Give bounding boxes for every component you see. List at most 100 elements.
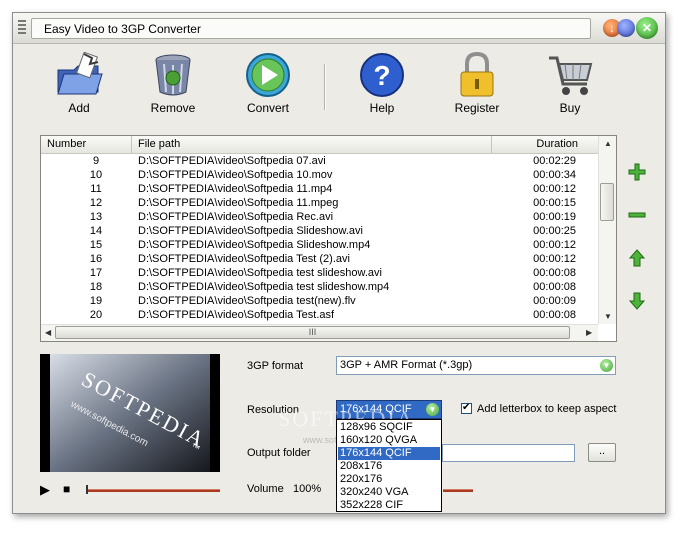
add-file-side-button[interactable]	[628, 163, 646, 181]
table-row[interactable]: 18 D:\SOFTPEDIA\video\Softpedia test slid…	[41, 280, 598, 294]
row-file-path: D:\SOFTPEDIA\video\Softpedia 11.mp4	[138, 183, 333, 195]
row-duration: 00:00:09	[533, 295, 576, 307]
row-duration: 00:00:15	[533, 197, 576, 209]
seek-slider[interactable]	[87, 489, 220, 492]
row-duration: 00:00:19	[533, 211, 576, 223]
table-row[interactable]: 14 D:\SOFTPEDIA\video\Softpedia Slideshow…	[41, 224, 598, 238]
volume-value: 100%	[293, 483, 322, 495]
table-row[interactable]: 20 D:\SOFTPEDIA\video\Softpedia Test.asf 0…	[41, 308, 598, 322]
row-file-path: D:\SOFTPEDIA\video\Softpedia test slides…	[138, 267, 382, 279]
window-title: Easy Video to 3GP Converter	[44, 22, 201, 36]
volume-label: Volume	[247, 483, 284, 495]
toolbar: Add Remove Convert ? Help Register Buy	[13, 44, 665, 124]
remove-file-side-button[interactable]	[628, 206, 646, 224]
check-icon: ✔	[462, 402, 471, 413]
file-list-rows: 9 D:\SOFTPEDIA\video\Softpedia 07.avi 00:0…	[41, 154, 598, 324]
play-button[interactable]: ▶	[40, 482, 50, 498]
row-number: 10	[89, 169, 103, 181]
convert-button[interactable]: Convert	[233, 52, 303, 115]
toolbar-separator	[324, 64, 326, 110]
video-preview: SOFTPEDIA ™ www.softpedia.com	[40, 354, 220, 472]
format-dropdown-button[interactable]: ▼	[600, 359, 613, 372]
table-row[interactable]: 17 D:\SOFTPEDIA\video\Softpedia test slid…	[41, 266, 598, 280]
browse-button[interactable]: ..	[588, 443, 616, 462]
help-button[interactable]: ? Help	[347, 52, 417, 115]
scroll-up-icon[interactable]: ▲	[604, 139, 612, 148]
table-row[interactable]: 12 D:\SOFTPEDIA\video\Softpedia 11.mpeg 00…	[41, 196, 598, 210]
horizontal-scroll-thumb[interactable]: III	[55, 326, 570, 339]
output-folder-label: Output folder	[247, 447, 311, 459]
buy-label: Buy	[559, 101, 581, 115]
row-duration: 00:00:34	[533, 169, 576, 181]
row-duration: 00:00:08	[533, 267, 576, 279]
letterbox-checkbox[interactable]: ✔	[461, 402, 472, 414]
horizontal-scrollbar[interactable]: ◀ III ▶	[41, 324, 598, 341]
buy-button[interactable]: Buy	[535, 52, 605, 115]
table-row[interactable]: 13 D:\SOFTPEDIA\video\Softpedia Rec.avi 00…	[41, 210, 598, 224]
options-button[interactable]	[617, 19, 635, 37]
row-duration: 00:02:29	[533, 155, 576, 167]
row-duration: 00:00:12	[533, 253, 576, 265]
resolution-dropdown-button[interactable]: ▼	[426, 403, 439, 416]
seek-thumb[interactable]	[86, 485, 88, 494]
row-file-path: D:\SOFTPEDIA\video\Softpedia test slides…	[138, 281, 390, 293]
format-select[interactable]: 3GP + AMR Format (*.3gp) ▼	[336, 356, 616, 375]
resolution-option[interactable]: 128x96 SQCIF	[338, 421, 440, 434]
scroll-right-icon[interactable]: ▶	[586, 328, 592, 337]
register-button[interactable]: Register	[442, 52, 512, 115]
table-row[interactable]: 16 D:\SOFTPEDIA\video\Softpedia Test (2).…	[41, 252, 598, 266]
row-duration: 00:00:08	[533, 281, 576, 293]
table-row[interactable]: 15 D:\SOFTPEDIA\video\Softpedia Slideshow…	[41, 238, 598, 252]
row-file-path: D:\SOFTPEDIA\video\Softpedia 10.mov	[138, 169, 333, 181]
row-number: 11	[90, 183, 102, 195]
move-down-arrow-icon[interactable]	[628, 292, 646, 310]
resolution-option[interactable]: 320x240 VGA	[338, 486, 440, 499]
column-file-path[interactable]: File path	[132, 136, 492, 153]
resolution-option[interactable]: 352x228 CIF	[338, 499, 440, 512]
row-file-path: D:\SOFTPEDIA\video\Softpedia test(new).f…	[138, 295, 356, 307]
preview-frame: SOFTPEDIA ™ www.softpedia.com	[50, 354, 210, 472]
table-row[interactable]: 10 D:\SOFTPEDIA\video\Softpedia 10.mov 00:…	[41, 168, 598, 182]
row-number: 14	[89, 225, 103, 237]
row-number: 15	[89, 239, 103, 251]
add-button[interactable]: Add	[44, 52, 114, 115]
resolution-option[interactable]: 176x144 QCIF	[338, 447, 440, 460]
trash-can-icon	[155, 54, 191, 96]
volume-slider[interactable]	[443, 489, 473, 492]
register-label: Register	[454, 101, 500, 115]
add-folder-icon	[57, 52, 103, 95]
format-value: 3GP + AMR Format (*.3gp)	[340, 359, 473, 371]
letterbox-label[interactable]: Add letterbox to keep aspect	[477, 403, 616, 415]
title-box: Easy Video to 3GP Converter	[31, 18, 591, 39]
vertical-scrollbar[interactable]: ▲ ▼	[598, 136, 616, 324]
table-row[interactable]: 9 D:\SOFTPEDIA\video\Softpedia 07.avi 00:0…	[41, 154, 598, 168]
file-list[interactable]: Number File path Duration 9 D:\SOFTPEDIA\…	[40, 135, 617, 342]
remove-button[interactable]: Remove	[138, 52, 208, 115]
padlock-icon	[460, 52, 494, 97]
title-bar[interactable]: Easy Video to 3GP Converter ↓ ✕	[13, 13, 665, 44]
row-number: 9	[92, 155, 100, 167]
resolution-option[interactable]: 220x176	[338, 473, 440, 486]
table-row[interactable]: 11 D:\SOFTPEDIA\video\Softpedia 11.mp4 00:…	[41, 182, 598, 196]
scroll-down-icon[interactable]: ▼	[604, 312, 612, 321]
column-number[interactable]: Number	[41, 136, 132, 153]
resolution-dropdown-list[interactable]: 128x96 SQCIF 160x120 QVGA 176x144 QCIF 208x…	[336, 419, 442, 512]
column-duration[interactable]: Duration	[492, 136, 598, 153]
row-number: 13	[89, 211, 103, 223]
move-up-arrow-icon[interactable]	[628, 249, 646, 267]
format-label: 3GP format	[247, 360, 304, 372]
stop-button[interactable]: ■	[63, 482, 70, 496]
row-file-path: D:\SOFTPEDIA\video\Softpedia Rec.avi	[138, 211, 334, 223]
vertical-scroll-thumb[interactable]	[600, 183, 614, 221]
svg-text:?: ?	[373, 60, 390, 91]
close-button[interactable]: ✕	[636, 17, 658, 39]
add-label: Add	[68, 101, 90, 115]
row-file-path: D:\SOFTPEDIA\video\Softpedia 11.mpeg	[138, 197, 339, 209]
row-number: 19	[89, 295, 103, 307]
resolution-option[interactable]: 208x176	[338, 460, 440, 473]
table-row[interactable]: 19 D:\SOFTPEDIA\video\Softpedia test(new)…	[41, 294, 598, 308]
shopping-cart-icon	[549, 56, 593, 95]
scroll-left-icon[interactable]: ◀	[45, 328, 51, 337]
output-folder-input[interactable]	[442, 444, 575, 462]
resolution-option[interactable]: 160x120 QVGA	[338, 434, 440, 447]
